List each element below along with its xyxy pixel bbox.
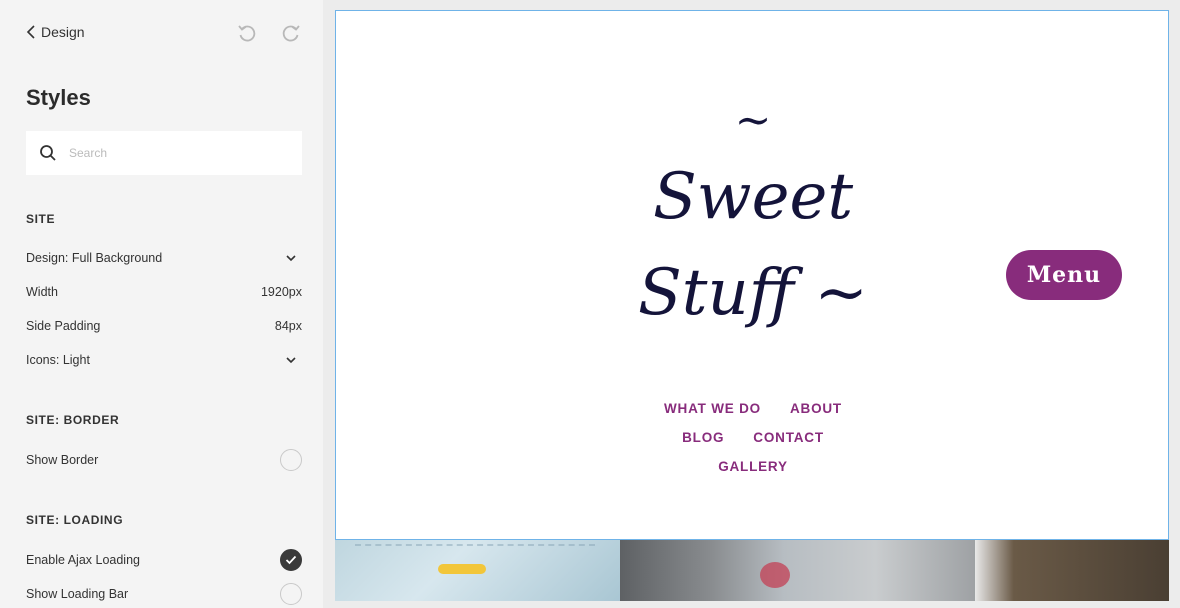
- ajax-loading-label: Enable Ajax Loading: [26, 553, 140, 567]
- nav-link-what-we-do[interactable]: WHAT WE DO: [664, 399, 761, 428]
- nav-link-blog[interactable]: BLOG: [682, 428, 724, 457]
- banner-red-detail: [760, 562, 790, 588]
- checkmark-icon: [285, 555, 297, 565]
- design-dropdown-label: Design: Full Background: [26, 251, 163, 265]
- width-value[interactable]: 1920px: [261, 285, 302, 299]
- panel-title: Styles: [26, 85, 91, 110]
- menu-button[interactable]: Menu: [1006, 250, 1122, 300]
- chevron-down-icon: [286, 357, 296, 364]
- icons-dropdown[interactable]: Icons: Light: [26, 350, 302, 370]
- site-title-tilde: ~: [734, 95, 772, 146]
- redo-icon: [282, 25, 300, 42]
- loading-bar-label: Show Loading Bar: [26, 587, 129, 601]
- back-button[interactable]: Design: [26, 22, 85, 42]
- width-label: Width: [26, 285, 58, 299]
- back-button-label: Design: [41, 24, 85, 40]
- nav-row: GALLERY: [336, 457, 1170, 486]
- redo-button[interactable]: [280, 22, 302, 44]
- ajax-loading-toggle[interactable]: [280, 549, 302, 571]
- side-padding-label: Side Padding: [26, 319, 101, 333]
- ajax-loading-setting[interactable]: Enable Ajax Loading: [26, 549, 302, 571]
- loading-bar-toggle[interactable]: [280, 583, 302, 605]
- nav-link-gallery[interactable]: GALLERY: [718, 457, 788, 486]
- search-box[interactable]: [26, 131, 302, 175]
- search-icon: [40, 145, 56, 161]
- undo-button[interactable]: [236, 22, 258, 44]
- section-heading-border: SITE: BORDER: [26, 413, 120, 427]
- banner-photo-segment: [620, 540, 985, 601]
- banner-yellow-detail: [438, 564, 486, 574]
- site-title-line-1: Sweet: [652, 160, 854, 234]
- site-preview-header[interactable]: ~ Sweet Stuff ~ Menu WHAT WE DO ABOUT BL…: [335, 10, 1169, 540]
- site-title[interactable]: ~ Sweet Stuff ~: [336, 99, 1170, 341]
- section-heading-site: SITE: [26, 212, 56, 226]
- width-setting[interactable]: Width 1920px: [26, 282, 302, 302]
- show-border-toggle[interactable]: [280, 449, 302, 471]
- loading-bar-setting[interactable]: Show Loading Bar: [26, 583, 302, 605]
- banner-photo-segment: [975, 540, 1169, 601]
- nav-link-contact[interactable]: CONTACT: [753, 428, 824, 457]
- design-dropdown[interactable]: Design: Full Background: [26, 248, 302, 268]
- icons-dropdown-label: Icons: Light: [26, 353, 90, 367]
- show-border-setting[interactable]: Show Border: [26, 449, 302, 471]
- chevron-down-icon: [286, 255, 296, 262]
- show-border-label: Show Border: [26, 453, 99, 467]
- side-padding-value[interactable]: 84px: [275, 319, 302, 333]
- search-input[interactable]: [69, 146, 289, 160]
- panel-topbar: Design: [0, 0, 323, 64]
- nav-row: BLOG CONTACT: [336, 428, 1170, 457]
- undo-icon: [238, 25, 256, 42]
- site-navigation: WHAT WE DO ABOUT BLOG CONTACT GALLERY: [336, 399, 1170, 486]
- hero-banner-image: [335, 540, 1169, 601]
- nav-link-about[interactable]: ABOUT: [790, 399, 842, 428]
- nav-row: WHAT WE DO ABOUT: [336, 399, 1170, 428]
- style-panel: Design Styles SITE Design: Full Backgrou…: [0, 0, 323, 608]
- chevron-left-icon: [26, 25, 35, 39]
- section-heading-loading: SITE: LOADING: [26, 513, 124, 527]
- side-padding-setting[interactable]: Side Padding 84px: [26, 316, 302, 336]
